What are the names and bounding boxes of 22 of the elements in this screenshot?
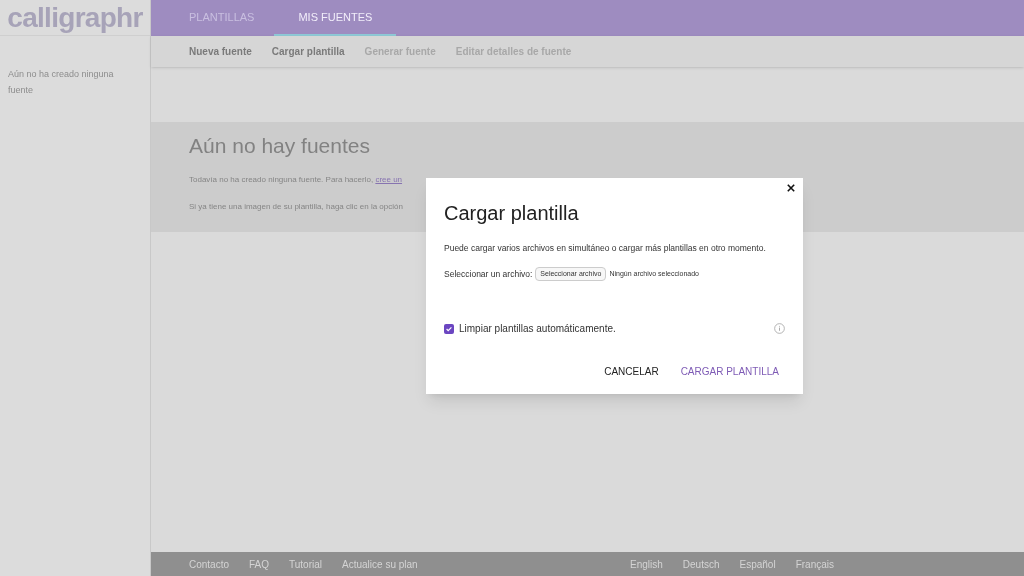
close-icon[interactable] bbox=[785, 182, 797, 194]
upload-button[interactable]: CARGAR PLANTILLA bbox=[674, 362, 785, 382]
checkbox-label: Limpiar plantillas automáticamente. bbox=[459, 322, 616, 337]
footer-link[interactable]: Tutorial bbox=[289, 556, 323, 572]
language-link[interactable]: Español bbox=[739, 556, 776, 572]
language-link[interactable]: Deutsch bbox=[682, 556, 720, 572]
cancel-button[interactable]: CANCELAR bbox=[598, 362, 665, 382]
footer-link[interactable]: Actualice su plan bbox=[342, 556, 418, 572]
sub-nav-link[interactable]: Nueva fuente bbox=[189, 44, 252, 59]
footer-link[interactable]: FAQ bbox=[249, 556, 270, 572]
file-label: Seleccionar un archivo: bbox=[444, 267, 533, 281]
dialog-description: Puede cargar varios archivos en simultáneo o cargar más plantillas en otro momento. bbox=[444, 242, 767, 255]
language-link[interactable]: English bbox=[630, 556, 663, 572]
empty-state-title: Aún no hay fuentes bbox=[189, 133, 371, 159]
dialog-title: Cargar plantilla bbox=[444, 201, 580, 226]
checkbox[interactable] bbox=[444, 323, 454, 334]
logo[interactable]: calligraphr bbox=[7, 3, 143, 32]
language-link[interactable]: Français bbox=[795, 556, 834, 572]
footer-link[interactable]: Contacto bbox=[189, 556, 230, 572]
sub-nav-link[interactable]: Cargar plantilla bbox=[271, 44, 345, 59]
sidebar-message: Aún no ha creado ninguna fuente bbox=[7, 68, 115, 97]
create-template-link[interactable]: cree un bbox=[375, 174, 403, 184]
